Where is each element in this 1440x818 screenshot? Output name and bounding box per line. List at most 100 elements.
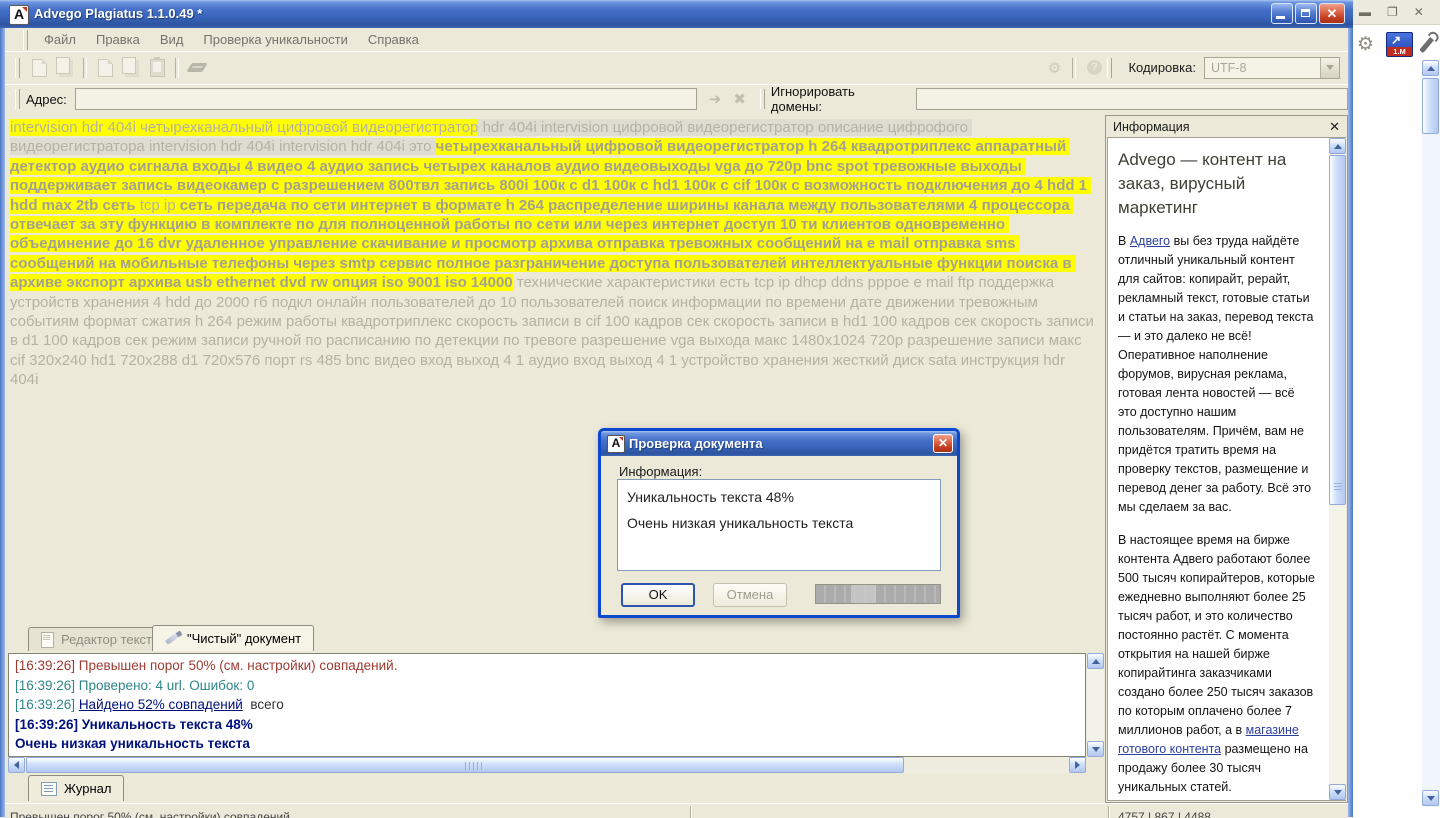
log-text: Очень низкая уникальность текста bbox=[15, 736, 250, 751]
help-button[interactable]: ? bbox=[1081, 56, 1107, 80]
dropdown-button[interactable] bbox=[1320, 57, 1339, 78]
info-panel-header: Информация ✕ bbox=[1106, 116, 1347, 137]
ok-button[interactable]: OK bbox=[621, 583, 695, 607]
scrollbar-thumb[interactable] bbox=[1329, 155, 1346, 505]
background-window-titlebar: ▬ ❐ ✕ bbox=[1353, 0, 1440, 25]
paste-url-button[interactable] bbox=[92, 56, 118, 80]
tab-clean-document[interactable]: "Чистый" документ bbox=[152, 625, 315, 651]
dialog-title-bar: A Проверка документа ✕ bbox=[601, 431, 957, 456]
encoding-select[interactable]: UTF-8 bbox=[1204, 56, 1340, 79]
scroll-up-button[interactable] bbox=[1329, 138, 1346, 154]
menu-item[interactable]: Вид bbox=[150, 29, 194, 50]
menu-item[interactable]: Справка bbox=[358, 29, 429, 50]
cancel-button[interactable]: Отмена bbox=[713, 583, 787, 607]
sidebar-paragraph: В настоящее время на бирже контента Адве… bbox=[1118, 533, 1315, 794]
paste-edit-icon bbox=[122, 57, 136, 74]
log-text: [16:39:26] Превышен порог 50% (см. настр… bbox=[15, 658, 398, 673]
paste-button[interactable] bbox=[144, 56, 170, 80]
panel-vertical-scrollbar[interactable] bbox=[1329, 138, 1346, 800]
uniqueness-verdict: Очень низкая уникальность текста bbox=[627, 515, 854, 531]
toolbar: ⚙ ? Кодировка: UTF-8 bbox=[5, 51, 1348, 83]
scroll-down-button[interactable] bbox=[1422, 790, 1439, 806]
check-uniqueness-button[interactable] bbox=[184, 56, 210, 80]
toolbar-grip bbox=[759, 89, 765, 109]
address-label: Адрес: bbox=[25, 91, 67, 107]
panel-close-icon[interactable]: ✕ bbox=[1329, 119, 1340, 135]
tab-label: "Чистый" документ bbox=[187, 631, 302, 646]
dialog-info-box: Уникальность текста 48% Очень низкая уни… bbox=[617, 479, 941, 571]
log-vertical-scrollbar[interactable] bbox=[1087, 653, 1104, 757]
go-arrow-icon[interactable]: ➜ bbox=[709, 90, 722, 108]
toolbar-separator bbox=[1072, 57, 1077, 78]
copy-button[interactable] bbox=[52, 56, 78, 80]
maximize-button[interactable] bbox=[1295, 3, 1317, 24]
scroll-up-button[interactable] bbox=[1087, 653, 1104, 669]
thumb-grip bbox=[1334, 483, 1342, 492]
log-line: Очень низкая уникальность текста bbox=[15, 734, 1079, 754]
page-icon bbox=[41, 631, 54, 648]
new-document-icon bbox=[31, 58, 47, 77]
scrollbar-thumb[interactable] bbox=[1422, 78, 1439, 134]
scroll-up-button[interactable] bbox=[1422, 60, 1439, 76]
broom-icon bbox=[164, 632, 181, 645]
check-document-dialog: A Проверка документа ✕ Информация: Уника… bbox=[598, 428, 960, 618]
menu-item[interactable]: Проверка уникальности bbox=[193, 29, 357, 50]
app-icon: A bbox=[9, 5, 29, 25]
title-bar: A Advego Plagiatus 1.1.0.49 * ✕ bbox=[0, 0, 1353, 28]
horizontal-scrollbar[interactable] bbox=[8, 757, 1086, 773]
dialog-info-label: Информация: bbox=[619, 464, 703, 479]
info-panel-body: Advego — контент на заказ, вирусный марк… bbox=[1107, 137, 1346, 801]
toolbar-separator bbox=[83, 57, 87, 78]
toolbar-grip bbox=[23, 29, 28, 50]
minimize-button[interactable] bbox=[1271, 3, 1293, 24]
scrollbar-thumb[interactable] bbox=[26, 757, 904, 773]
gear-icon[interactable]: ⚙ bbox=[1357, 33, 1374, 56]
dialog-close-button[interactable]: ✕ bbox=[933, 434, 953, 453]
close-button[interactable]: ✕ bbox=[1319, 3, 1345, 24]
sidebar-link[interactable]: магазине готового контента bbox=[1118, 723, 1299, 756]
bg-restore-icon[interactable]: ❐ bbox=[1387, 5, 1398, 19]
address-input[interactable] bbox=[74, 88, 697, 110]
doc-segment: технические характеристики есть tcp ip d… bbox=[10, 274, 1099, 389]
arrow-up-icon bbox=[1333, 143, 1342, 149]
window-border-right bbox=[1348, 0, 1353, 817]
log-line: [16:39:26] Уникальность текста 48% bbox=[15, 715, 1079, 735]
scroll-down-button[interactable] bbox=[1087, 741, 1104, 757]
background-scrollbar[interactable] bbox=[1422, 60, 1440, 807]
journal-icon bbox=[41, 781, 57, 796]
settings-button[interactable]: ⚙ bbox=[1041, 56, 1067, 80]
progress-bar bbox=[815, 584, 941, 604]
new-document-button[interactable] bbox=[26, 56, 52, 80]
background-toolbar: ⚙ ↗ 1.M bbox=[1353, 28, 1440, 60]
menu-item[interactable]: Файл bbox=[34, 29, 86, 50]
help-icon: ? bbox=[1086, 60, 1102, 75]
log-text: всего bbox=[242, 697, 284, 712]
menu-item[interactable]: Правка bbox=[86, 29, 150, 50]
wrench-icon[interactable] bbox=[1419, 34, 1436, 54]
status-divider bbox=[1108, 806, 1110, 818]
sidebar-link[interactable]: Адвего bbox=[1130, 234, 1170, 248]
paste-edit-button[interactable] bbox=[118, 56, 144, 80]
scroll-down-button[interactable] bbox=[1329, 784, 1346, 800]
tab-label: Журнал bbox=[64, 781, 112, 796]
scroll-right-button[interactable] bbox=[1069, 757, 1086, 773]
bg-minimize-icon[interactable]: ▬ bbox=[1359, 5, 1371, 19]
tab-text-editor[interactable]: Редактор текста bbox=[28, 627, 172, 651]
bg-close-icon[interactable]: ✕ bbox=[1414, 5, 1424, 19]
toolbar-grip bbox=[15, 57, 20, 78]
thumb-grip bbox=[465, 762, 483, 770]
dialog-title: Проверка документа bbox=[629, 436, 763, 451]
tab-journal[interactable]: Журнал bbox=[28, 775, 125, 801]
ignore-domains-input[interactable] bbox=[916, 88, 1348, 110]
arrow-left-icon bbox=[14, 761, 19, 769]
toolbar-grip bbox=[15, 89, 20, 109]
app-window: A Advego Plagiatus 1.1.0.49 * ✕ Файл Прав… bbox=[0, 0, 1353, 818]
log-link[interactable]: Найдено 52% совпадений bbox=[79, 697, 243, 712]
paste-url-icon bbox=[97, 58, 113, 77]
one-m-icon[interactable]: ↗ 1.M bbox=[1386, 31, 1414, 57]
log-text: [16:39:26] Проверено: 4 url. Ошибок: 0 bbox=[15, 677, 255, 693]
arrow-down-icon bbox=[1426, 795, 1435, 801]
scroll-left-button[interactable] bbox=[8, 757, 25, 773]
arrow-up-icon bbox=[1426, 65, 1435, 71]
stop-icon[interactable]: ✖ bbox=[733, 90, 746, 108]
